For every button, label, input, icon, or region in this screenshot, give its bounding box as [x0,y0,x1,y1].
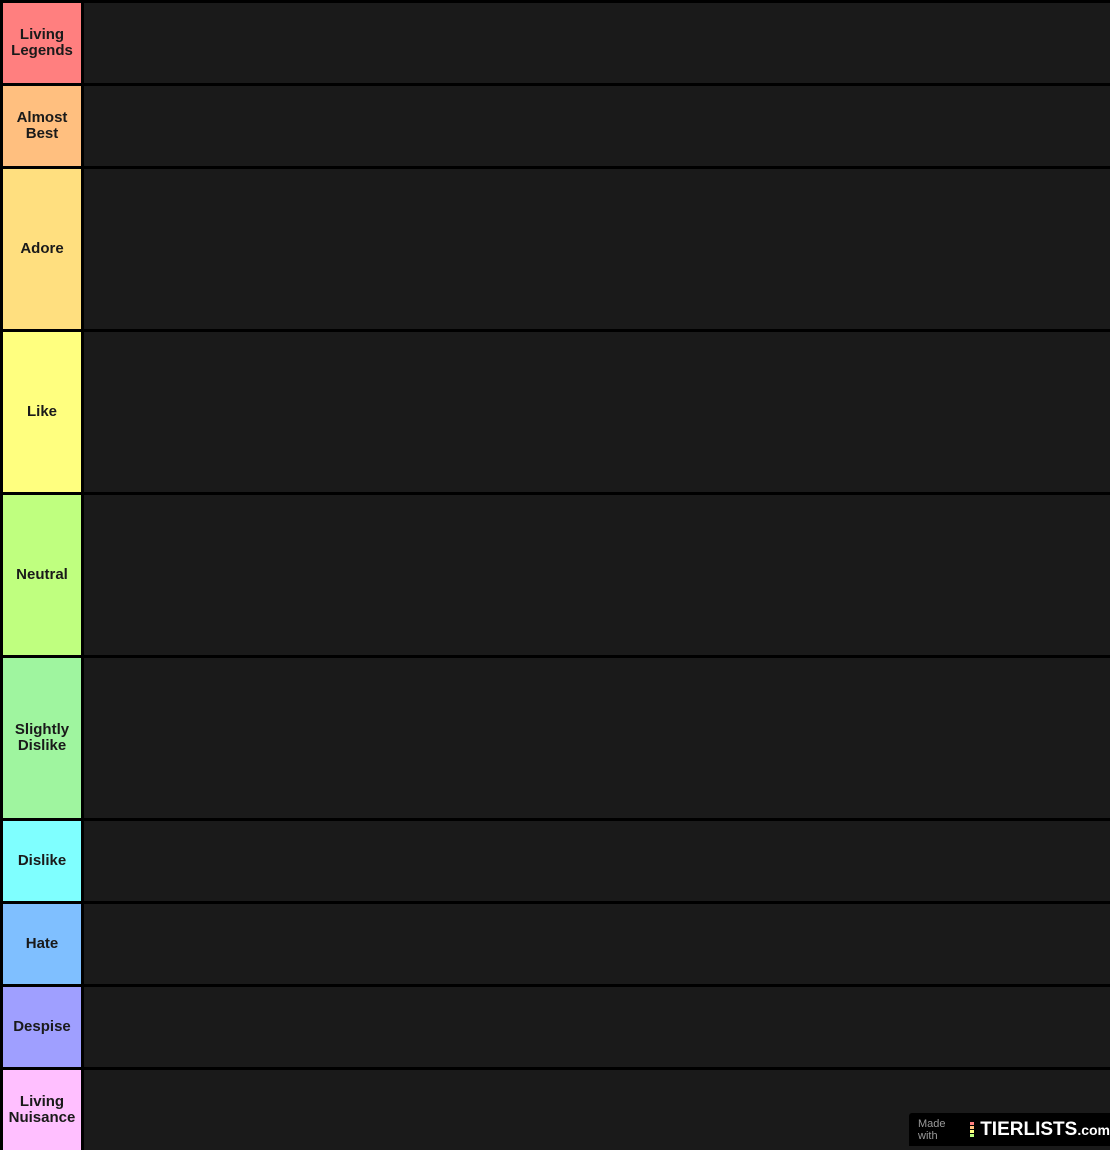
tier-drop-zone[interactable] [84,987,1110,1067]
tier-row-dislike: Dislike [0,821,1110,901]
tier-row-adore: Adore [0,169,1110,329]
tier-row-slightly-dislike: Slightly Dislike [0,658,1110,818]
tier-row-living-legends: Living Legends [0,3,1110,83]
brand-suffix: .com [1077,1121,1110,1138]
tier-drop-zone[interactable] [84,332,1110,492]
tierlists-logo-icon [970,1122,975,1137]
tier-label[interactable]: Neutral [3,495,81,655]
tier-label[interactable]: Almost Best [3,86,81,166]
tier-row-almost-best: Almost Best [0,86,1110,166]
tier-label[interactable]: Adore [3,169,81,329]
tier-drop-zone[interactable] [84,86,1110,166]
tier-drop-zone[interactable] [84,658,1110,818]
made-with-watermark[interactable]: Made with TIERLISTS.com [909,1113,1110,1146]
tier-drop-zone[interactable] [84,904,1110,984]
tier-drop-zone[interactable] [84,495,1110,655]
logo-bar [970,1130,975,1133]
tier-label[interactable]: Like [3,332,81,492]
tier-row-despise: Despise [0,987,1110,1067]
tier-row-like: Like [0,332,1110,492]
tier-drop-zone[interactable] [84,169,1110,329]
brand-text: TIERLISTS [980,1118,1078,1140]
tier-label[interactable]: Hate [3,904,81,984]
tier-label[interactable]: Dislike [3,821,81,901]
logo-bar [970,1126,975,1129]
tier-row-hate: Hate [0,904,1110,984]
brand-name: TIERLISTS.com [980,1119,1110,1141]
tier-row-neutral: Neutral [0,495,1110,655]
logo-bar [970,1134,975,1137]
tier-label[interactable]: Despise [3,987,81,1067]
tier-drop-zone[interactable] [84,821,1110,901]
tier-label[interactable]: Living Legends [3,3,81,83]
logo-bar [970,1122,975,1125]
tier-label[interactable]: Slightly Dislike [3,658,81,818]
tier-drop-zone[interactable] [84,3,1110,83]
tier-label[interactable]: Living Nuisance [3,1070,81,1150]
made-with-text: Made with [918,1117,946,1142]
